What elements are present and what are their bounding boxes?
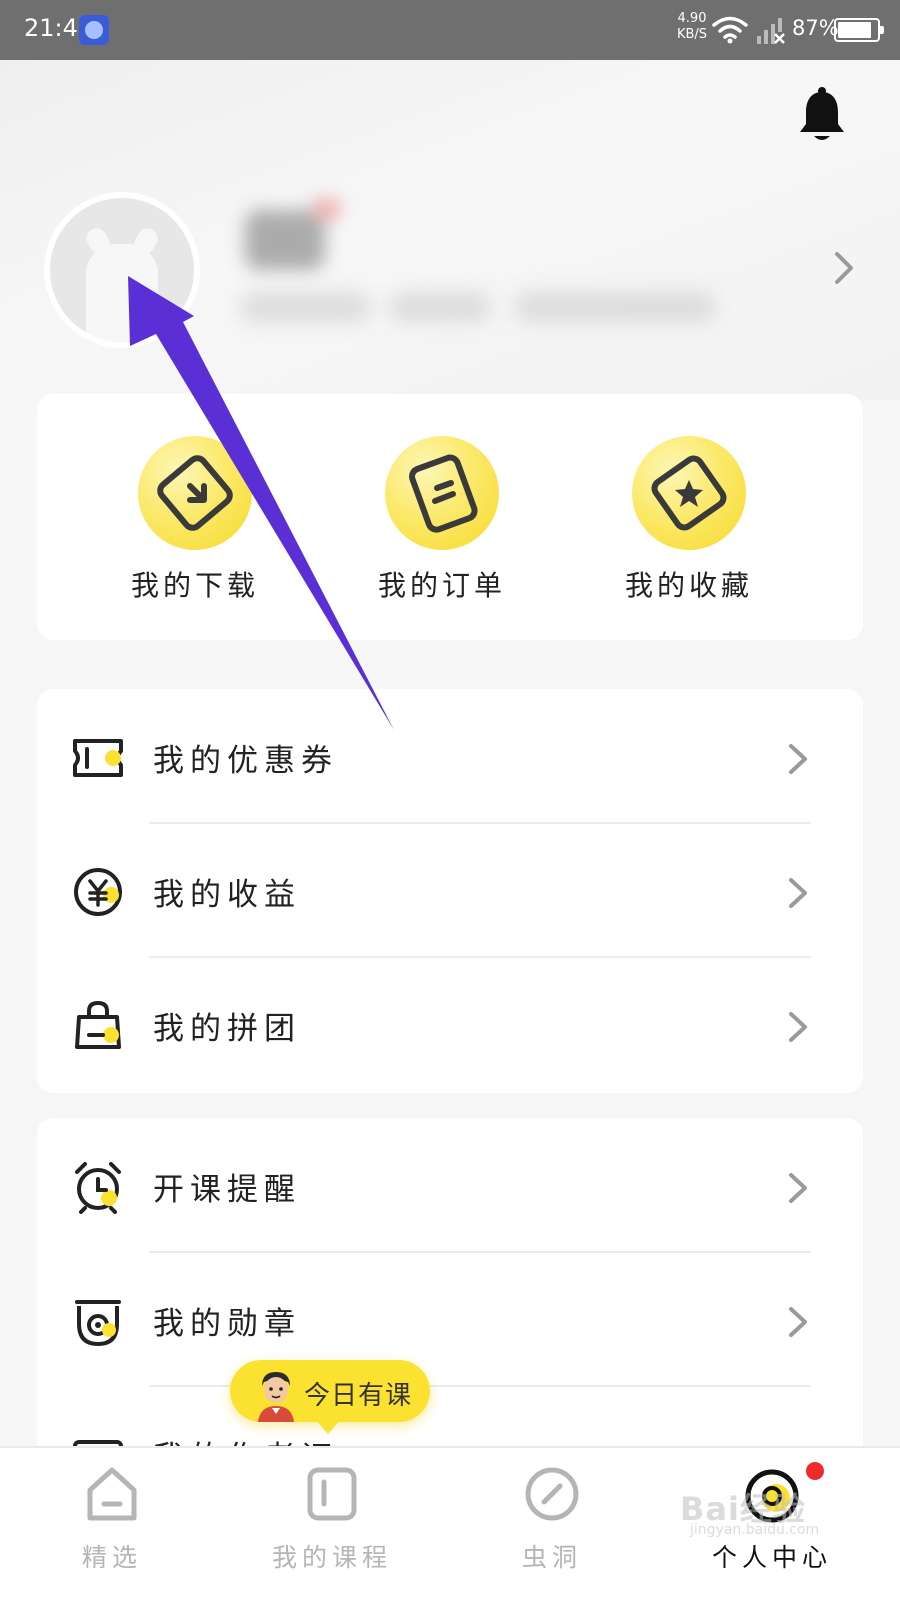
menu-group-account: 我的优惠券 我的收益 我的拼团 bbox=[37, 689, 863, 1093]
quick-action-label: 我的订单 bbox=[377, 569, 506, 602]
menu-item-label: 我的拼团 bbox=[153, 1011, 301, 1047]
bell-icon[interactable] bbox=[796, 86, 848, 144]
baidu-watermark-url: jingyan.baidu.com bbox=[690, 1522, 820, 1538]
blurred-user-info-1 bbox=[240, 292, 370, 322]
blurred-username bbox=[245, 210, 325, 270]
chevron-right-icon bbox=[789, 1173, 807, 1203]
quick-action-label: 我的收藏 bbox=[624, 569, 753, 602]
medal-icon bbox=[75, 1300, 121, 1347]
favorite-star-icon bbox=[632, 436, 746, 550]
nav-tab-label: 个人中心 bbox=[711, 1543, 832, 1572]
menu-item-label: 我的勋章 bbox=[153, 1306, 301, 1342]
quick-action-favorites[interactable]: 我的收藏 bbox=[599, 434, 779, 624]
battery-icon bbox=[834, 18, 884, 42]
course-icon bbox=[307, 1467, 357, 1521]
quick-action-downloads[interactable]: 我的下载 bbox=[105, 434, 285, 624]
network-speed-value: 4.90 bbox=[677, 11, 707, 26]
battery-percent: 87% bbox=[792, 16, 839, 40]
nav-tab-my-courses[interactable]: 我的课程 bbox=[242, 1462, 422, 1592]
today-class-label: 今日有课 bbox=[304, 1381, 413, 1411]
alarm-clock-icon bbox=[75, 1162, 121, 1214]
menu-item-class-reminder[interactable]: 开课提醒 bbox=[37, 1118, 863, 1252]
quick-action-orders[interactable]: 我的订单 bbox=[352, 434, 532, 624]
order-icon bbox=[385, 436, 499, 550]
menu-item-label: 我的作者证 bbox=[153, 1432, 338, 1446]
menu-item-label: 我的优惠券 bbox=[153, 743, 338, 779]
menu-item-coupons[interactable]: 我的优惠券 bbox=[37, 689, 863, 823]
compass-icon bbox=[525, 1467, 579, 1521]
nav-tab-label: 虫洞 bbox=[521, 1543, 582, 1572]
nav-tab-label: 我的课程 bbox=[271, 1543, 392, 1572]
blurred-user-info-3 bbox=[515, 292, 715, 322]
blurred-user-info-2 bbox=[390, 292, 490, 322]
avatar-placeholder-icon bbox=[86, 244, 158, 342]
quick-actions-card: 我的下载 我的订单 我的收藏 bbox=[37, 394, 863, 640]
menu-group-learning: 开课提醒 我的勋章 我的作者证 bbox=[37, 1118, 863, 1478]
profile-chevron-right-icon[interactable] bbox=[832, 250, 856, 286]
nav-tab-featured[interactable]: 精选 bbox=[22, 1462, 202, 1592]
cell-signal-icon bbox=[757, 18, 785, 44]
wifi-icon bbox=[712, 16, 748, 44]
menu-item-label: 我的收益 bbox=[153, 877, 301, 913]
user-avatar[interactable] bbox=[44, 192, 200, 348]
chevron-right-icon bbox=[789, 1307, 807, 1337]
download-icon bbox=[138, 436, 252, 550]
teacher-avatar-icon bbox=[258, 1372, 294, 1422]
chevron-right-icon bbox=[789, 744, 807, 774]
notification-dot bbox=[806, 1462, 824, 1480]
battery-level-fill bbox=[838, 22, 871, 38]
nav-tab-label: 精选 bbox=[81, 1543, 142, 1572]
coupon-icon bbox=[73, 739, 123, 777]
network-speed-unit: KB/S bbox=[676, 27, 708, 42]
certificate-icon bbox=[73, 1440, 123, 1446]
app-notification-icon bbox=[79, 15, 109, 45]
menu-item-medals[interactable]: 我的勋章 bbox=[37, 1252, 863, 1386]
chevron-right-icon bbox=[789, 878, 807, 908]
menu-item-label: 开课提醒 bbox=[153, 1172, 301, 1208]
today-class-badge[interactable]: 今日有课 bbox=[230, 1360, 430, 1434]
blurred-level-badge bbox=[312, 196, 342, 222]
home-icon bbox=[87, 1467, 137, 1521]
menu-item-group-buy[interactable]: 我的拼团 bbox=[37, 957, 863, 1091]
menu-item-earnings[interactable]: 我的收益 bbox=[37, 823, 863, 957]
menu-item-author-certificate[interactable]: 我的作者证 bbox=[37, 1386, 863, 1446]
network-speed: 4.90 KB/S bbox=[676, 11, 708, 43]
group-buy-bag-icon bbox=[75, 1000, 121, 1049]
status-bar: 21:44 4.90 KB/S 87% bbox=[0, 0, 900, 60]
chevron-right-icon bbox=[789, 1012, 807, 1042]
earnings-yuan-icon bbox=[74, 868, 122, 916]
quick-action-label: 我的下载 bbox=[130, 569, 259, 602]
nav-tab-wormhole[interactable]: 虫洞 bbox=[462, 1462, 642, 1592]
